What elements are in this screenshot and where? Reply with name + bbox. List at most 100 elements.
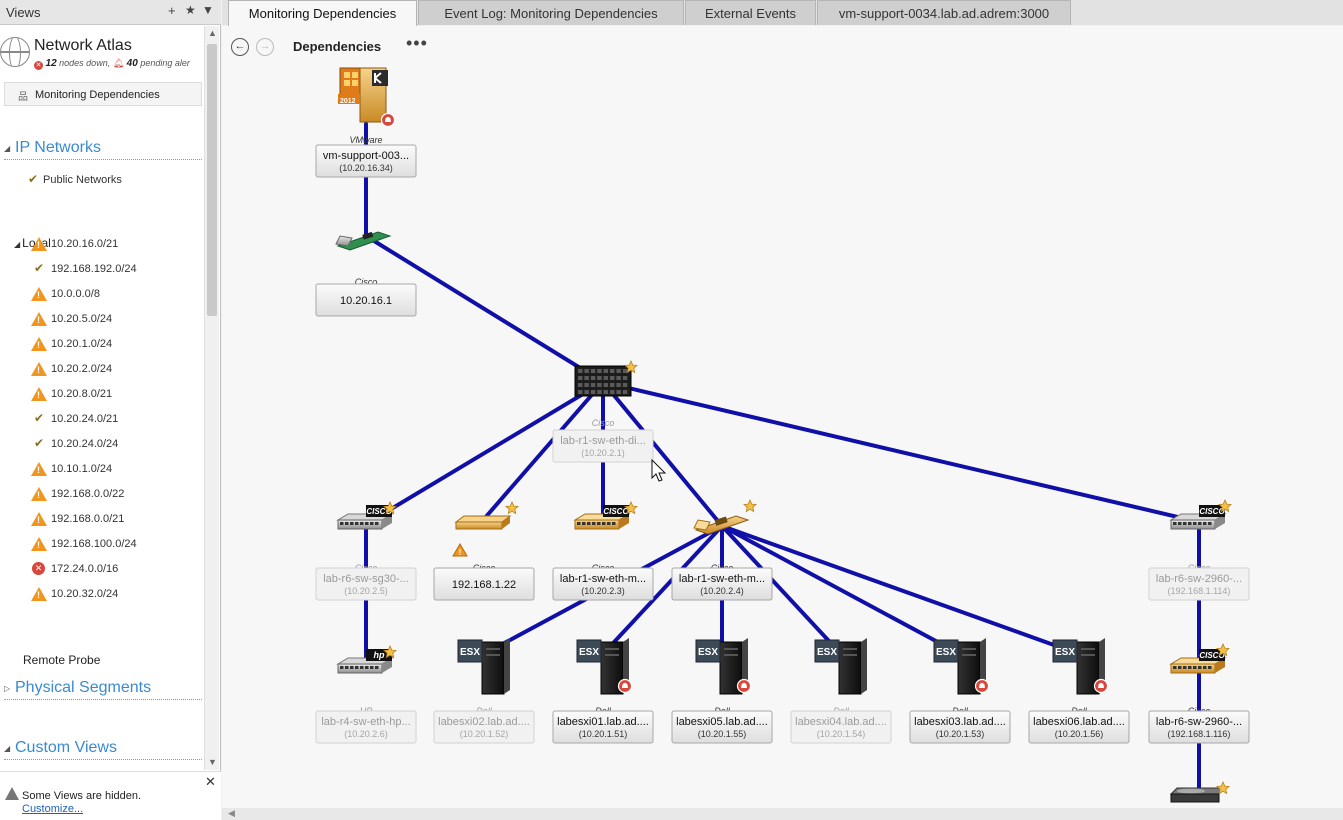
warning-icon-glyph [31,537,47,551]
tree-group-remote-probe[interactable]: Remote Probe [23,653,100,667]
tree-item-network[interactable]: 10.20.16.0/21 [0,234,204,254]
warning-icon [31,236,47,252]
tree-item-public-networks[interactable]: ✔ Public Networks [0,170,204,190]
svg-text:ESX: ESX [698,647,718,658]
add-view-icon[interactable]: + [168,3,176,18]
node-m3[interactable]: CISCOCiscolab-r1-sw-eth-m...(10.20.2.3) [552,501,654,601]
tree-item-network[interactable]: 10.20.8.0/21 [0,384,204,404]
node-vm[interactable]: 2012 VMware vm-support-003...(10.20.16.34) [315,67,417,178]
tree-item-label: 10.20.16.0/21 [51,238,119,250]
scroll-up-icon[interactable]: ▲ [208,28,217,38]
tree-item-network[interactable]: 10.20.32.0/24 [0,584,204,604]
scrollbar-thumb[interactable] [207,44,217,316]
tree-item-network[interactable]: 10.20.1.0/24 [0,334,204,354]
close-icon[interactable]: ✕ [205,774,216,790]
section-ip-networks-label: IP Networks [15,139,101,156]
node-name-label: lab-r4-sw-eth-hp... [321,716,410,728]
tree-item-network[interactable]: 10.0.0.0/8 [0,284,204,304]
node-esx06[interactable]: ESXDelllabesxi06.lab.ad....(10.20.1.56) [1028,638,1130,744]
tree-item-label: 192.168.0.0/21 [51,513,125,525]
forward-arrow-icon[interactable]: → [256,38,274,56]
node-esx03[interactable]: ESXDelllabesxi03.lab.ad....(10.20.1.53) [909,638,1011,744]
node-ip-label: (192.168.1.116) [1168,729,1231,739]
globe-icon [0,37,30,67]
node-r22[interactable]: !Cisco192.168.1.22 [433,501,535,601]
node-esx02[interactable]: ESXDelllabesxi02.lab.ad....(10.20.1.52) [433,638,535,744]
warning-icon [31,586,47,602]
tree-item-label: 10.20.5.0/24 [51,313,113,325]
node-ip-label: (10.20.2.1) [581,448,625,458]
node-esx04[interactable]: ESXDelllabesxi04.lab.ad....(10.20.1.54) [790,638,892,744]
favorite-star-icon[interactable]: ★ [185,3,196,17]
warning-icon [31,311,47,327]
node-name-label: labesxi05.lab.ad.... [676,716,768,728]
collapse-triangle-icon: ◢ [4,744,11,753]
views-tree: Network Atlas ✕ 12 nodes down, 🔔︎ 40 pen… [0,26,204,770]
warning-icon [31,461,47,477]
check-icon-glyph: ✔ [34,411,45,425]
more-options-icon[interactable]: ••• [406,33,428,54]
tree-item-label: 192.168.192.0/24 [51,263,137,275]
tab-event-log[interactable]: Event Log: Monitoring Dependencies [418,0,684,25]
node-esx05[interactable]: ESXDelllabesxi05.lab.ad....(10.20.1.55) [671,638,773,744]
section-custom-views[interactable]: ◢ Custom Views [4,738,202,760]
warning-icon-glyph [31,237,47,251]
tree-item-network[interactable]: 192.168.100.0/24 [0,534,204,554]
main-area: Monitoring Dependencies Event Log: Monit… [222,0,1343,820]
tree-item-network[interactable]: 10.10.1.0/24 [0,459,204,479]
view-title: Dependencies [293,39,382,54]
nodes-down-count: 12 [45,58,57,69]
node-esx01[interactable]: ESXDelllabesxi01.lab.ad....(10.20.1.51) [552,638,654,744]
atlas-name: Network Atlas [34,37,132,54]
tree-item-label: 10.20.2.0/24 [51,363,113,375]
scroll-left-icon[interactable]: ◀ [228,808,235,819]
back-arrow-icon[interactable]: ← [231,38,249,56]
tree-item-network[interactable]: ✕ 172.24.0.0/16 [0,559,204,579]
svg-text:ESX: ESX [460,647,480,658]
node-name-label: lab-r1-sw-eth-m... [679,573,765,585]
tree-item-network[interactable]: 192.168.0.0/22 [0,484,204,504]
atlas-status: ✕ 12 nodes down, 🔔︎ 40 pending aler [34,58,190,70]
monitoring-dependencies-item[interactable]: 品 Monitoring Dependencies [4,82,202,106]
tree-item-network[interactable]: ✔ 10.20.24.0/21 [0,409,204,429]
node-nic[interactable]: Cisco10.20.16.1 [315,231,417,317]
tab-external-events[interactable]: External Events [685,0,816,25]
views-scrollbar[interactable]: ▲ ▼ [204,26,219,770]
dependency-link [720,524,1081,656]
tree-item-network[interactable]: 192.168.0.0/21 [0,509,204,529]
warning-icon [31,386,47,402]
tree-item-label: 10.20.1.0/24 [51,338,113,350]
node-name-label: labesxi03.lab.ad.... [914,716,1006,728]
section-ip-networks[interactable]: ◢ IP Networks [4,138,202,160]
node-ip-label: (10.20.1.52) [460,729,509,739]
tab-monitoring-dependencies[interactable]: Monitoring Dependencies [228,0,417,26]
warning-icon [31,486,47,502]
warning-icon [5,787,19,800]
warning-icon-glyph [31,487,47,501]
views-panel: Views + ★ ▼ Network Atlas ✕ 12 nodes dow… [0,0,221,820]
section-physical-segments[interactable]: ▷ Physical Segments [4,678,202,700]
filter-icon[interactable]: ▼ [202,3,214,17]
monitoring-dependencies-label: Monitoring Dependencies [35,89,160,101]
dependency-map-canvas[interactable]: 2012 VMware vm-support-003... (10.20.16.34)… [222,64,1343,808]
warning-icon-glyph [31,362,47,376]
tree-item-network[interactable]: 10.20.5.0/24 [0,309,204,329]
network-atlas-item[interactable]: Network Atlas ✕ 12 nodes down, 🔔︎ 40 pen… [0,36,204,72]
node-ip-label: (10.20.1.56) [1055,729,1104,739]
node-name-label: labesxi04.lab.ad.... [795,716,887,728]
tree-item-label: 192.168.100.0/24 [51,538,137,550]
tree-item-network[interactable]: ✔ 10.20.24.0/24 [0,434,204,454]
customize-link[interactable]: Customize... [22,803,83,815]
tab-vm-support[interactable]: vm-support-0034.lab.ad.adrem:3000 [817,0,1071,25]
tree-item-network[interactable]: ✔ 192.168.192.0/24 [0,259,204,279]
node-ip-label: (10.20.2.6) [344,729,388,739]
tree-item-label: 10.0.0.0/8 [51,288,100,300]
node-hp[interactable]: hpHPlab-r4-sw-eth-hp...(10.20.2.6) [315,645,417,744]
scroll-down-icon[interactable]: ▼ [208,757,217,767]
horizontal-scrollbar[interactable]: ◀ [222,808,1343,820]
tree-item-label: 10.20.24.0/21 [51,413,119,425]
tree-item-label: 10.20.24.0/24 [51,438,119,450]
toolbar: ← → Dependencies ••• [222,26,1343,64]
tree-item-network[interactable]: 10.20.2.0/24 [0,359,204,379]
node-vendor-label: VMware [349,135,382,145]
